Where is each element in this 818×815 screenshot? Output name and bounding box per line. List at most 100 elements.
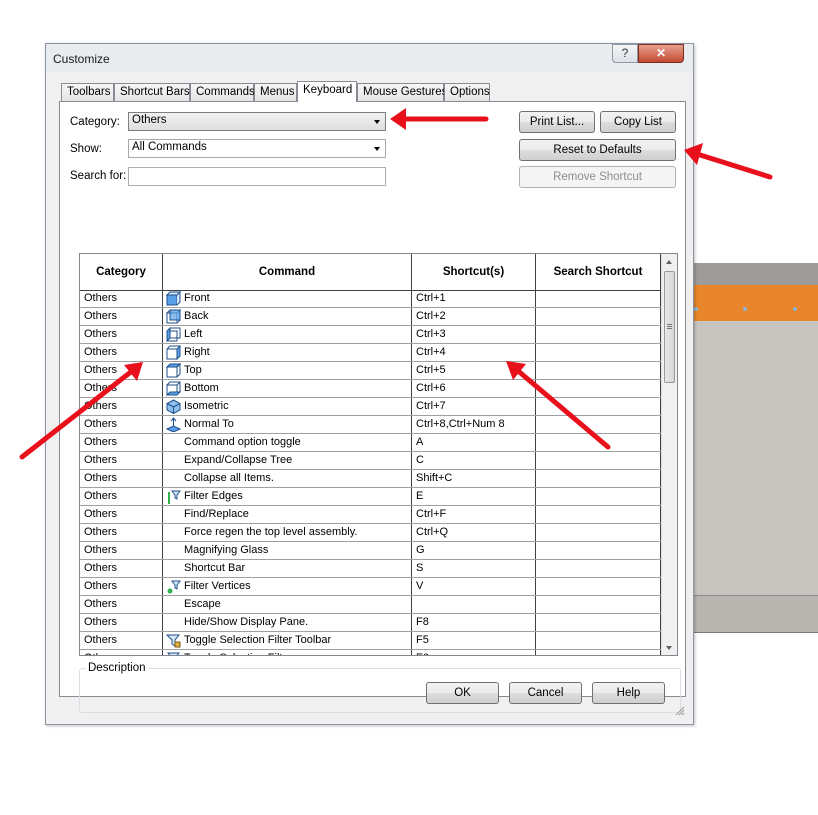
table-row[interactable]: Others Expand/Collapse Tree C <box>80 452 661 470</box>
table-row[interactable]: Others Top Ctrl+5 <box>80 362 661 380</box>
table-row[interactable]: Others Filter Edges E <box>80 488 661 506</box>
table-row[interactable]: Others Isometric Ctrl+7 <box>80 398 661 416</box>
search-shortcut-cell[interactable] <box>536 470 661 487</box>
category-cell: Others <box>80 434 163 451</box>
selection-filter-icon <box>166 652 181 655</box>
background-band <box>693 595 818 633</box>
tab-options[interactable]: Options <box>444 83 490 101</box>
search-shortcut-cell[interactable] <box>536 290 661 307</box>
search-shortcut-cell[interactable] <box>536 596 661 613</box>
table-row[interactable]: Others Bottom Ctrl+6 <box>80 380 661 398</box>
help-button[interactable]: Help <box>592 682 665 704</box>
shortcut-cell: V <box>412 578 536 595</box>
ok-button[interactable]: OK <box>426 682 499 704</box>
shortcut-cell: Ctrl+Q <box>412 524 536 541</box>
table-row[interactable]: Others Back Ctrl+2 <box>80 308 661 326</box>
tab-keyboard[interactable]: Keyboard <box>297 81 357 102</box>
table-row[interactable]: Others Normal To Ctrl+8,Ctrl+Num 8 <box>80 416 661 434</box>
customize-dialog: Customize ? ✕ Toolbars Shortcut Bars Com… <box>45 43 694 725</box>
shortcut-cell: Ctrl+4 <box>412 344 536 361</box>
table-row[interactable]: Others Filter Vertices V <box>80 578 661 596</box>
category-cell: Others <box>80 650 163 655</box>
command-cell: Collapse all Items. <box>163 470 412 487</box>
search-shortcut-cell[interactable] <box>536 416 661 433</box>
chevron-down-icon <box>374 120 380 124</box>
scroll-up-icon[interactable] <box>666 260 672 264</box>
table-row[interactable]: Others Front Ctrl+1 <box>80 290 661 308</box>
view-bottom-icon <box>166 381 181 396</box>
shortcut-table[interactable]: Category Command Shortcut(s) Search Shor… <box>79 253 678 656</box>
search-shortcut-cell[interactable] <box>536 578 661 595</box>
column-header-category[interactable]: Category <box>80 254 163 290</box>
search-shortcut-cell[interactable] <box>536 398 661 415</box>
category-cell: Others <box>80 326 163 343</box>
search-shortcut-cell[interactable] <box>536 380 661 397</box>
search-shortcut-cell[interactable] <box>536 344 661 361</box>
remove-shortcut-button[interactable]: Remove Shortcut <box>519 166 676 188</box>
table-row[interactable]: Others Escape <box>80 596 661 614</box>
shortcut-cell: Ctrl+7 <box>412 398 536 415</box>
keyboard-tab-panel: Category: Others Show: All Commands Sear… <box>59 101 686 713</box>
table-row[interactable]: Others Find/Replace Ctrl+F <box>80 506 661 524</box>
search-shortcut-cell[interactable] <box>536 362 661 379</box>
table-row[interactable]: Others Toggle Selection Filter Toolbar F5 <box>80 632 661 650</box>
table-row[interactable]: Others Right Ctrl+4 <box>80 344 661 362</box>
table-row[interactable]: Others Collapse all Items. Shift+C <box>80 470 661 488</box>
command-cell: Expand/Collapse Tree <box>163 452 412 469</box>
search-shortcut-cell[interactable] <box>536 326 661 343</box>
cancel-button[interactable]: Cancel <box>509 682 582 704</box>
category-cell: Others <box>80 416 163 433</box>
description-group: Description <box>79 662 681 713</box>
tab-commands[interactable]: Commands <box>190 83 255 101</box>
search-shortcut-cell[interactable] <box>536 650 661 655</box>
command-cell: Magnifying Glass <box>163 542 412 559</box>
category-dropdown[interactable]: Others <box>128 112 386 131</box>
table-row[interactable]: Others Command option toggle A <box>80 434 661 452</box>
table-row[interactable]: Others Hide/Show Display Pane. F8 <box>80 614 661 632</box>
search-shortcut-cell[interactable] <box>536 614 661 631</box>
command-cell: Right <box>163 344 412 361</box>
search-input[interactable] <box>128 167 386 186</box>
tab-mouse-gestures[interactable]: Mouse Gestures <box>357 83 447 101</box>
search-shortcut-cell[interactable] <box>536 542 661 559</box>
search-shortcut-cell[interactable] <box>536 434 661 451</box>
tab-shortcut-bars[interactable]: Shortcut Bars <box>114 83 190 101</box>
close-window-button[interactable]: ✕ <box>638 44 684 63</box>
category-cell: Others <box>80 470 163 487</box>
search-shortcut-cell[interactable] <box>536 488 661 505</box>
scrollbar-thumb[interactable] <box>664 271 675 383</box>
table-row[interactable]: OthersToggle Selection FiltersF6 <box>80 650 661 655</box>
column-header-shortcuts[interactable]: Shortcut(s) <box>412 254 536 290</box>
help-title-button[interactable]: ? <box>612 44 638 63</box>
search-shortcut-cell[interactable] <box>536 452 661 469</box>
search-label: Search for: <box>70 170 127 182</box>
tab-toolbars[interactable]: Toolbars <box>61 83 114 101</box>
search-shortcut-cell[interactable] <box>536 524 661 541</box>
print-list-button[interactable]: Print List... <box>519 111 595 133</box>
shortcut-cell: F5 <box>412 632 536 649</box>
column-header-search-shortcut[interactable]: Search Shortcut <box>536 254 661 290</box>
search-shortcut-cell[interactable] <box>536 308 661 325</box>
tab-menus[interactable]: Menus <box>254 83 297 101</box>
category-cell: Others <box>80 542 163 559</box>
filter-vertices-icon <box>167 580 181 594</box>
command-cell: Left <box>163 326 412 343</box>
table-row[interactable]: Others Magnifying Glass G <box>80 542 661 560</box>
table-row[interactable]: Others Left Ctrl+3 <box>80 326 661 344</box>
search-shortcut-cell[interactable] <box>536 506 661 523</box>
search-shortcut-cell[interactable] <box>536 632 661 649</box>
reset-to-defaults-button[interactable]: Reset to Defaults <box>519 139 676 161</box>
table-row[interactable]: Others Force regen the top level assembly… <box>80 524 661 542</box>
resize-grip-icon[interactable] <box>675 706 685 716</box>
vertical-scrollbar[interactable] <box>661 254 677 655</box>
search-shortcut-cell[interactable] <box>536 560 661 577</box>
show-dropdown[interactable]: All Commands <box>128 139 386 158</box>
background-toolbar <box>693 263 818 285</box>
column-header-command[interactable]: Command <box>163 254 412 290</box>
category-value: Others <box>132 114 167 126</box>
copy-list-button[interactable]: Copy List <box>600 111 676 133</box>
scroll-down-icon[interactable] <box>666 646 672 650</box>
table-row[interactable]: Others Shortcut Bar S <box>80 560 661 578</box>
title-bar[interactable]: Customize ? ✕ <box>46 44 693 72</box>
command-cell: Top <box>163 362 412 379</box>
